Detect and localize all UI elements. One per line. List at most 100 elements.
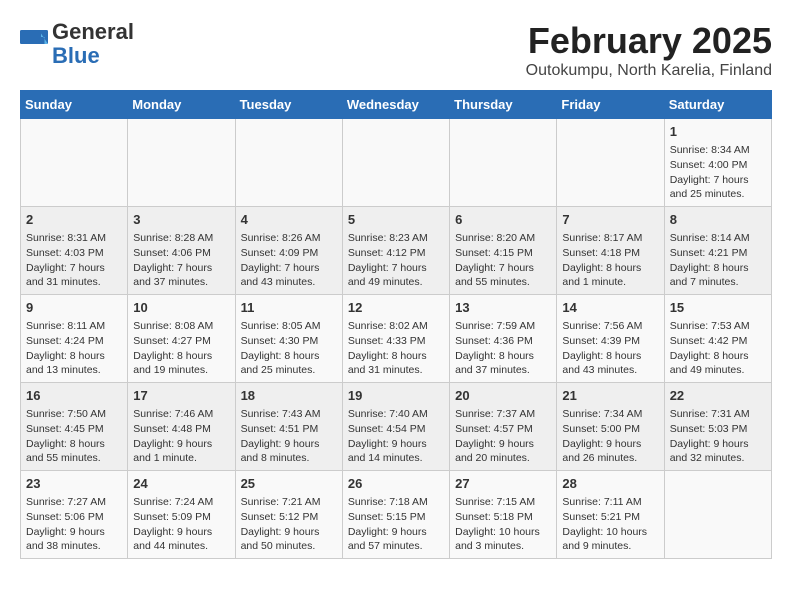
calendar-subtitle: Outokumpu, North Karelia, Finland xyxy=(526,62,772,80)
day-number-18: 18 xyxy=(241,387,337,405)
weekday-header-monday: Monday xyxy=(128,91,235,119)
day-info-25: Sunrise: 7:21 AM Sunset: 5:12 PM Dayligh… xyxy=(241,496,321,552)
day-info-1: Sunrise: 8:34 AM Sunset: 4:00 PM Dayligh… xyxy=(670,144,750,200)
weekday-header-wednesday: Wednesday xyxy=(342,91,449,119)
logo-general-text: General xyxy=(52,19,134,44)
day-number-24: 24 xyxy=(133,475,229,493)
calendar-day-13: 13Sunrise: 7:59 AM Sunset: 4:36 PM Dayli… xyxy=(450,295,557,383)
calendar-day-15: 15Sunrise: 7:53 AM Sunset: 4:42 PM Dayli… xyxy=(664,295,771,383)
calendar-day-2: 2Sunrise: 8:31 AM Sunset: 4:03 PM Daylig… xyxy=(21,207,128,295)
day-number-3: 3 xyxy=(133,211,229,229)
calendar-day-26: 26Sunrise: 7:18 AM Sunset: 5:15 PM Dayli… xyxy=(342,471,449,559)
calendar-table: SundayMondayTuesdayWednesdayThursdayFrid… xyxy=(20,90,772,559)
weekday-header-thursday: Thursday xyxy=(450,91,557,119)
day-number-23: 23 xyxy=(26,475,122,493)
calendar-day-24: 24Sunrise: 7:24 AM Sunset: 5:09 PM Dayli… xyxy=(128,471,235,559)
day-number-12: 12 xyxy=(348,299,444,317)
calendar-day-7: 7 Sunrise: 8:17 AM Sunset: 4:18 PM Daylig… xyxy=(557,207,664,295)
calendar-day-12: 12Sunrise: 8:02 AM Sunset: 4:33 PM Dayli… xyxy=(342,295,449,383)
day-info-21: Sunrise: 7:34 AM Sunset: 5:00 PM Dayligh… xyxy=(562,408,642,464)
day-info-10: Sunrise: 8:08 AM Sunset: 4:27 PM Dayligh… xyxy=(133,320,213,376)
day-number-11: 11 xyxy=(241,299,337,317)
day-info-26: Sunrise: 7:18 AM Sunset: 5:15 PM Dayligh… xyxy=(348,496,428,552)
day-number-25: 25 xyxy=(241,475,337,493)
calendar-day-23: 23 Sunrise: 7:27 AM Sunset: 5:06 PM Dayli… xyxy=(21,471,128,559)
day-info-23: Sunrise: 7:27 AM Sunset: 5:06 PM Dayligh… xyxy=(26,496,106,552)
calendar-day-16: 16 Sunrise: 7:50 AM Sunset: 4:45 PM Dayli… xyxy=(21,383,128,471)
calendar-day-22: 22 Sunrise: 7:31 AM Sunset: 5:03 PM Dayli… xyxy=(664,383,771,471)
day-number-20: 20 xyxy=(455,387,551,405)
calendar-body: 1 Sunrise: 8:34 AM Sunset: 4:00 PM Daylig… xyxy=(21,119,772,559)
calendar-day-17: 17Sunrise: 7:46 AM Sunset: 4:48 PM Dayli… xyxy=(128,383,235,471)
day-info-11: Sunrise: 8:05 AM Sunset: 4:30 PM Dayligh… xyxy=(241,320,321,376)
day-info-15: Sunrise: 7:53 AM Sunset: 4:42 PM Dayligh… xyxy=(670,320,750,376)
calendar-empty-cell xyxy=(128,119,235,207)
day-number-10: 10 xyxy=(133,299,229,317)
calendar-day-27: 27Sunrise: 7:15 AM Sunset: 5:18 PM Dayli… xyxy=(450,471,557,559)
calendar-day-1: 1 Sunrise: 8:34 AM Sunset: 4:00 PM Daylig… xyxy=(664,119,771,207)
day-info-16: Sunrise: 7:50 AM Sunset: 4:45 PM Dayligh… xyxy=(26,408,106,464)
calendar-day-5: 5 Sunrise: 8:23 AM Sunset: 4:12 PM Daylig… xyxy=(342,207,449,295)
day-info-5: Sunrise: 8:23 AM Sunset: 4:12 PM Dayligh… xyxy=(348,232,428,288)
calendar-week-2: 2Sunrise: 8:31 AM Sunset: 4:03 PM Daylig… xyxy=(21,207,772,295)
calendar-title: February 2025 xyxy=(526,20,772,62)
day-info-9: Sunrise: 8:11 AM Sunset: 4:24 PM Dayligh… xyxy=(26,320,105,376)
calendar-week-5: 23 Sunrise: 7:27 AM Sunset: 5:06 PM Dayli… xyxy=(21,471,772,559)
logo-blue-text: Blue xyxy=(52,43,100,68)
day-number-28: 28 xyxy=(562,475,658,493)
day-info-6: Sunrise: 8:20 AM Sunset: 4:15 PM Dayligh… xyxy=(455,232,535,288)
calendar-empty-cell xyxy=(450,119,557,207)
calendar-day-25: 25 Sunrise: 7:21 AM Sunset: 5:12 PM Dayli… xyxy=(235,471,342,559)
calendar-empty-cell xyxy=(342,119,449,207)
day-number-5: 5 xyxy=(348,211,444,229)
day-info-27: Sunrise: 7:15 AM Sunset: 5:18 PM Dayligh… xyxy=(455,496,540,552)
calendar-day-4: 4 Sunrise: 8:26 AM Sunset: 4:09 PM Daylig… xyxy=(235,207,342,295)
calendar-day-21: 21 Sunrise: 7:34 AM Sunset: 5:00 PM Dayli… xyxy=(557,383,664,471)
day-info-28: Sunrise: 7:11 AM Sunset: 5:21 PM Dayligh… xyxy=(562,496,647,552)
calendar-day-3: 3 Sunrise: 8:28 AM Sunset: 4:06 PM Daylig… xyxy=(128,207,235,295)
day-number-19: 19 xyxy=(348,387,444,405)
calendar-header: SundayMondayTuesdayWednesdayThursdayFrid… xyxy=(21,91,772,119)
calendar-day-20: 20 Sunrise: 7:37 AM Sunset: 4:57 PM Dayli… xyxy=(450,383,557,471)
calendar-day-14: 14Sunrise: 7:56 AM Sunset: 4:39 PM Dayli… xyxy=(557,295,664,383)
day-number-22: 22 xyxy=(670,387,766,405)
calendar-day-28: 28 Sunrise: 7:11 AM Sunset: 5:21 PM Dayli… xyxy=(557,471,664,559)
calendar-week-1: 1 Sunrise: 8:34 AM Sunset: 4:00 PM Daylig… xyxy=(21,119,772,207)
day-info-20: Sunrise: 7:37 AM Sunset: 4:57 PM Dayligh… xyxy=(455,408,535,464)
weekday-header-tuesday: Tuesday xyxy=(235,91,342,119)
day-number-7: 7 xyxy=(562,211,658,229)
calendar-day-19: 19 Sunrise: 7:40 AM Sunset: 4:54 PM Dayli… xyxy=(342,383,449,471)
calendar-day-8: 8 Sunrise: 8:14 AM Sunset: 4:21 PM Daylig… xyxy=(664,207,771,295)
calendar-week-3: 9 Sunrise: 8:11 AM Sunset: 4:24 PM Daylig… xyxy=(21,295,772,383)
day-number-17: 17 xyxy=(133,387,229,405)
day-number-14: 14 xyxy=(562,299,658,317)
calendar-day-6: 6 Sunrise: 8:20 AM Sunset: 4:15 PM Daylig… xyxy=(450,207,557,295)
day-info-4: Sunrise: 8:26 AM Sunset: 4:09 PM Dayligh… xyxy=(241,232,321,288)
day-number-1: 1 xyxy=(670,123,766,141)
day-info-8: Sunrise: 8:14 AM Sunset: 4:21 PM Dayligh… xyxy=(670,232,750,288)
day-info-2: Sunrise: 8:31 AM Sunset: 4:03 PM Dayligh… xyxy=(26,232,106,288)
day-number-16: 16 xyxy=(26,387,122,405)
day-number-4: 4 xyxy=(241,211,337,229)
header: General Blue February 2025 Outokumpu, No… xyxy=(20,20,772,80)
day-info-19: Sunrise: 7:40 AM Sunset: 4:54 PM Dayligh… xyxy=(348,408,428,464)
day-info-22: Sunrise: 7:31 AM Sunset: 5:03 PM Dayligh… xyxy=(670,408,750,464)
logo-icon xyxy=(20,30,48,58)
calendar-day-10: 10 Sunrise: 8:08 AM Sunset: 4:27 PM Dayli… xyxy=(128,295,235,383)
weekday-header-sunday: Sunday xyxy=(21,91,128,119)
day-info-18: Sunrise: 7:43 AM Sunset: 4:51 PM Dayligh… xyxy=(241,408,321,464)
logo: General Blue xyxy=(20,20,134,68)
day-info-13: Sunrise: 7:59 AM Sunset: 4:36 PM Dayligh… xyxy=(455,320,535,376)
day-info-3: Sunrise: 8:28 AM Sunset: 4:06 PM Dayligh… xyxy=(133,232,213,288)
day-number-9: 9 xyxy=(26,299,122,317)
calendar-empty-cell xyxy=(557,119,664,207)
weekday-header-saturday: Saturday xyxy=(664,91,771,119)
day-number-21: 21 xyxy=(562,387,658,405)
day-info-7: Sunrise: 8:17 AM Sunset: 4:18 PM Dayligh… xyxy=(562,232,642,288)
calendar-day-9: 9 Sunrise: 8:11 AM Sunset: 4:24 PM Daylig… xyxy=(21,295,128,383)
weekday-header-friday: Friday xyxy=(557,91,664,119)
weekday-header-row: SundayMondayTuesdayWednesdayThursdayFrid… xyxy=(21,91,772,119)
day-number-8: 8 xyxy=(670,211,766,229)
day-number-6: 6 xyxy=(455,211,551,229)
calendar-empty-cell xyxy=(664,471,771,559)
